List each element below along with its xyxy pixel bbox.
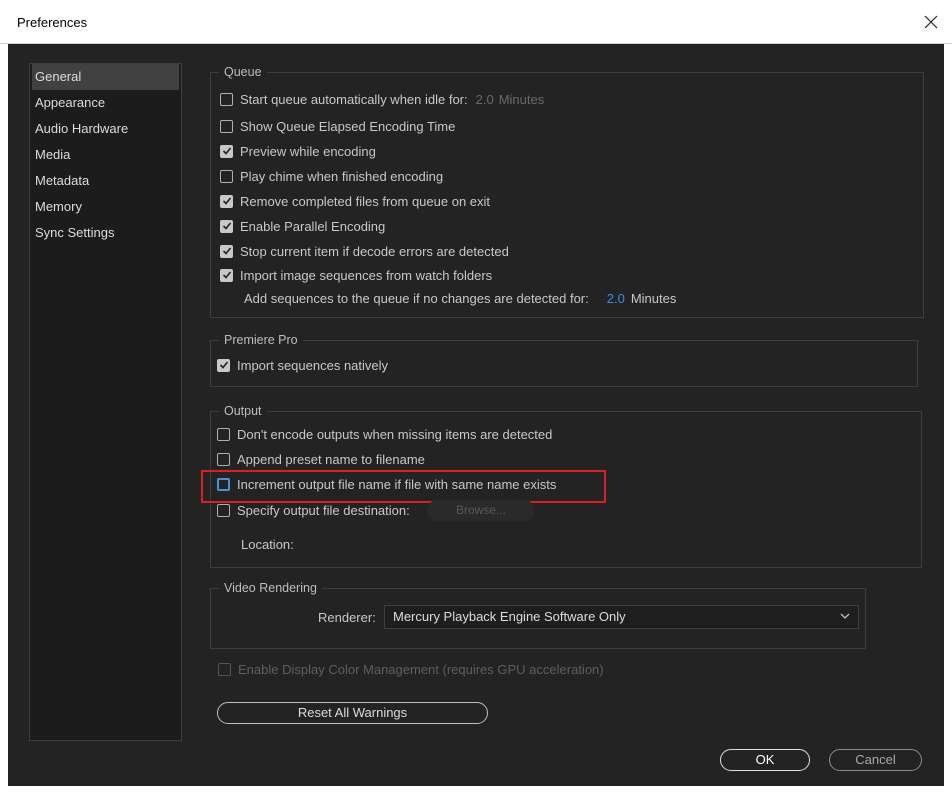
play-chime-label: Play chime when finished encoding [240, 168, 444, 184]
dont-encode-row: Don't encode outputs when missing items … [217, 425, 552, 443]
browse-button[interactable]: Browse... [427, 500, 535, 521]
ok-button[interactable]: OK [720, 749, 810, 771]
specify-destination-label: Specify output file destination: [237, 502, 410, 518]
location-label: Location: [241, 536, 294, 552]
show-elapsed-row: Show Queue Elapsed Encoding Time [220, 117, 455, 135]
append-preset-row: Append preset name to filename [217, 450, 425, 468]
window-title: Preferences [17, 15, 88, 30]
checkmark-icon [222, 222, 231, 230]
video-rendering-group-label: Video Rendering [219, 581, 322, 596]
output-group-label: Output [219, 404, 267, 419]
stop-on-errors-checkbox[interactable] [220, 244, 233, 258]
highlight-box [201, 470, 606, 503]
idle-minutes-value[interactable]: 2.0 [476, 92, 494, 107]
append-preset-checkbox[interactable] [217, 452, 230, 466]
checkmark-icon [222, 147, 231, 155]
renderer-label: Renderer: [318, 609, 376, 625]
renderer-select-value: Mercury Playback Engine Software Only [393, 609, 626, 624]
sidebar-item-sync-settings[interactable]: Sync Settings [30, 220, 181, 246]
append-preset-label: Append preset name to filename [237, 451, 425, 467]
start-queue-auto-checkbox[interactable] [220, 92, 233, 106]
preview-encoding-label: Preview while encoding [240, 143, 376, 159]
chevron-down-icon [840, 613, 850, 619]
parallel-encoding-label: Enable Parallel Encoding [240, 218, 386, 234]
dont-encode-label: Don't encode outputs when missing items … [237, 426, 553, 442]
premiere-pro-group-label: Premiere Pro [219, 333, 303, 348]
add-sequences-label: Add sequences to the queue if no changes… [244, 290, 589, 306]
sidebar-item-media[interactable]: Media [30, 142, 181, 168]
stop-on-errors-row: Stop current item if decode errors are d… [220, 242, 509, 260]
sidebar-item-appearance[interactable]: Appearance [30, 90, 181, 116]
preview-encoding-checkbox[interactable] [220, 144, 233, 158]
sidebar-item-metadata[interactable]: Metadata [30, 168, 181, 194]
parallel-encoding-checkbox[interactable] [220, 219, 233, 233]
renderer-row: Renderer: [318, 608, 376, 626]
import-image-sequences-row: Import image sequences from watch folder… [220, 266, 492, 284]
reset-all-warnings-button[interactable]: Reset All Warnings [217, 702, 488, 724]
color-management-label: Enable Display Color Management (require… [238, 661, 604, 677]
checkmark-icon [219, 361, 228, 369]
sidebar-item-general[interactable]: General [32, 64, 179, 90]
parallel-encoding-row: Enable Parallel Encoding [220, 217, 385, 235]
show-elapsed-label: Show Queue Elapsed Encoding Time [240, 118, 456, 134]
preview-encoding-row: Preview while encoding [220, 142, 376, 160]
play-chime-checkbox[interactable] [220, 169, 233, 183]
close-icon [924, 15, 938, 29]
import-natively-checkbox[interactable] [217, 358, 230, 372]
category-list: General Appearance Audio Hardware Media … [29, 63, 182, 741]
queue-group-label: Queue [219, 65, 267, 80]
play-chime-row: Play chime when finished encoding [220, 167, 443, 185]
remove-completed-row: Remove completed files from queue on exi… [220, 192, 490, 210]
remove-completed-label: Remove completed files from queue on exi… [240, 193, 491, 209]
add-sequences-minutes-value[interactable]: 2.0 [607, 291, 625, 306]
sidebar-item-memory[interactable]: Memory [30, 194, 181, 220]
import-image-sequences-label: Import image sequences from watch folder… [240, 267, 493, 283]
idle-minutes-unit: Minutes [498, 91, 545, 107]
checkmark-icon [222, 197, 231, 205]
location-row: Location: [241, 535, 294, 553]
dont-encode-checkbox[interactable] [217, 427, 230, 441]
import-natively-row: Import sequences natively [217, 356, 388, 374]
import-natively-label: Import sequences natively [237, 357, 389, 373]
cancel-button[interactable]: Cancel [829, 749, 922, 771]
add-sequences-row: Add sequences to the queue if no changes… [244, 289, 676, 307]
sidebar-item-audio-hardware[interactable]: Audio Hardware [30, 116, 181, 142]
dialog-body: General Appearance Audio Hardware Media … [8, 44, 944, 786]
stop-on-errors-label: Stop current item if decode errors are d… [240, 243, 509, 259]
start-queue-auto-label: Start queue automatically when idle for: [240, 91, 468, 107]
color-management-row: Enable Display Color Management (require… [218, 660, 604, 678]
color-management-checkbox[interactable] [218, 662, 231, 676]
remove-completed-checkbox[interactable] [220, 194, 233, 208]
checkmark-icon [222, 247, 231, 255]
add-sequences-unit: Minutes [630, 290, 677, 306]
start-queue-auto-row: Start queue automatically when idle for:… [220, 90, 544, 108]
checkmark-icon [222, 271, 231, 279]
close-button[interactable] [918, 9, 944, 35]
renderer-select[interactable]: Mercury Playback Engine Software Only [384, 605, 859, 629]
import-image-sequences-checkbox[interactable] [220, 268, 233, 282]
specify-destination-row: Specify output file destination: [217, 501, 410, 519]
title-bar: Preferences [0, 0, 952, 44]
show-elapsed-checkbox[interactable] [220, 119, 233, 133]
specify-destination-checkbox[interactable] [217, 503, 230, 517]
